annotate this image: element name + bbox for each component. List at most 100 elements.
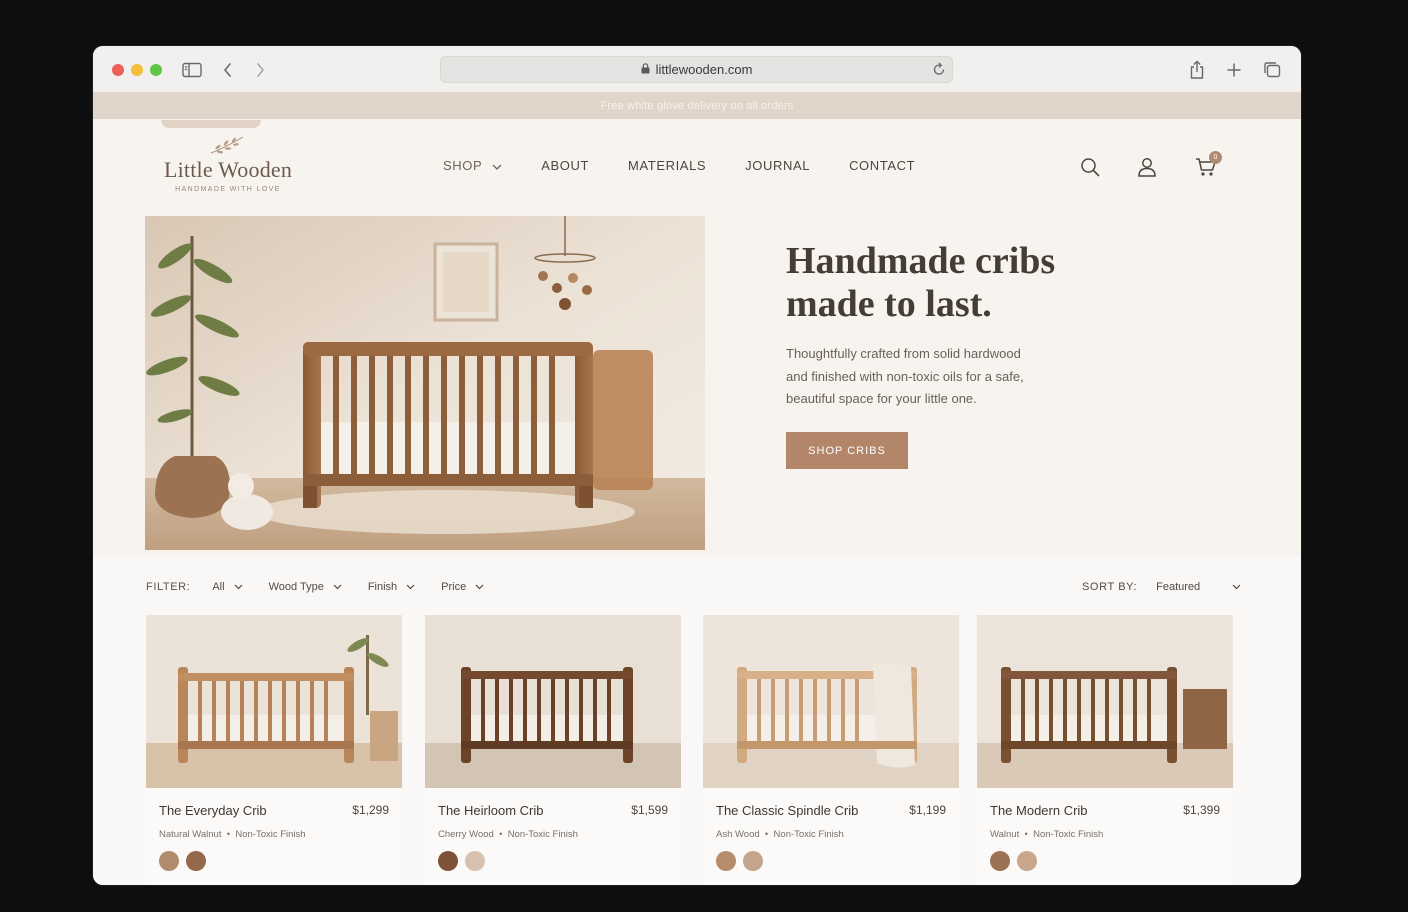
shop-cribs-button[interactable]: SHOP CRIBS — [786, 432, 908, 469]
product-name[interactable]: The Everyday Crib — [159, 803, 267, 818]
filter-option-label: Wood Type — [268, 581, 324, 593]
filter-all-dropdown[interactable]: All — [212, 581, 243, 593]
address-bar[interactable]: littlewooden.com — [440, 56, 953, 83]
filter-finish-dropdown[interactable]: Finish — [368, 581, 415, 593]
hero-title-line-1: Handmade cribs — [786, 240, 1056, 282]
nav-item-about[interactable]: ABOUT — [541, 158, 589, 173]
product-meta: Natural Walnut • Non-Toxic Finish — [159, 829, 306, 840]
reload-icon[interactable] — [932, 61, 946, 80]
filter-wood-type-dropdown[interactable]: Wood Type — [269, 581, 342, 593]
close-window-button[interactable] — [112, 64, 124, 76]
color-swatch[interactable] — [743, 851, 763, 871]
nav-item-materials[interactable]: MATERIALS — [628, 158, 706, 173]
main-nav: SHOP ABOUT MATERIALS JOURNAL CONTACT — [443, 158, 954, 173]
color-swatches — [159, 851, 206, 871]
cart-icon[interactable]: 0 — [1194, 151, 1222, 179]
search-icon[interactable] — [1078, 155, 1102, 179]
filter-option-label: Finish — [367, 581, 398, 593]
product-image — [703, 615, 959, 788]
product-finish: Non-Toxic Finish — [773, 829, 844, 840]
color-swatch[interactable] — [186, 851, 206, 871]
new-tab-icon[interactable] — [1223, 59, 1245, 81]
color-swatches — [438, 851, 485, 871]
product-card[interactable]: The Heirloom Crib $1,599 Cherry Wood • N… — [425, 615, 681, 885]
back-arrow-icon[interactable] — [217, 59, 239, 81]
url-text: littlewooden.com — [655, 62, 753, 77]
product-finish: Non-Toxic Finish — [507, 829, 578, 840]
nav-item-journal[interactable]: JOURNAL — [745, 158, 810, 173]
chevron-down-icon — [234, 581, 243, 593]
product-wood: Walnut — [990, 829, 1020, 840]
color-swatch[interactable] — [716, 851, 736, 871]
logo-title: Little Wooden — [163, 157, 293, 182]
product-price: $1,599 — [631, 803, 668, 817]
product-image — [146, 615, 402, 788]
nav-item-contact[interactable]: CONTACT — [849, 158, 915, 173]
cart-count-badge: 0 — [1209, 151, 1222, 164]
color-swatches — [990, 851, 1037, 871]
hero-title: Handmade cribs made to last. — [786, 240, 1146, 326]
product-meta: Ash Wood • Non-Toxic Finish — [716, 829, 844, 840]
chevron-down-icon — [492, 158, 502, 173]
logo-tagline: HANDMADE WITH LOVE — [175, 186, 281, 193]
product-finish: Non-Toxic Finish — [1033, 829, 1104, 840]
chevron-down-icon — [333, 581, 342, 593]
product-name[interactable]: The Modern Crib — [990, 803, 1088, 818]
sort-value: Featured — [1156, 581, 1201, 593]
account-icon[interactable] — [1135, 155, 1159, 179]
nav-item-label: MATERIALS — [628, 158, 707, 173]
color-swatches — [716, 851, 763, 871]
chevron-down-icon — [406, 581, 415, 593]
zoom-window-button[interactable] — [150, 64, 162, 76]
product-name[interactable]: The Heirloom Crib — [438, 803, 543, 818]
filter-label: FILTER: — [146, 581, 191, 593]
product-card[interactable]: The Everyday Crib $1,299 Natural Walnut … — [146, 615, 402, 885]
color-swatch[interactable] — [1017, 851, 1037, 871]
product-wood: Ash Wood — [716, 829, 760, 840]
hero-title-line-2: made to last. — [786, 283, 992, 325]
minimize-window-button[interactable] — [131, 64, 143, 76]
sort-control: SORT BY: Featured — [1082, 579, 1241, 595]
product-name[interactable]: The Classic Spindle Crib — [716, 803, 858, 818]
sidebar-toggle-icon[interactable] — [181, 59, 203, 81]
color-swatch[interactable] — [990, 851, 1010, 871]
color-swatch[interactable] — [465, 851, 485, 871]
sort-dropdown[interactable]: Featured — [1156, 581, 1241, 593]
chevron-down-icon — [1232, 581, 1241, 593]
hero-description: Thoughtfully crafted from solid hardwood… — [786, 346, 1024, 406]
product-finish: Non-Toxic Finish — [235, 829, 306, 840]
logo-tab-decoration — [161, 120, 261, 128]
tab-overview-icon[interactable] — [1261, 59, 1283, 81]
nav-item-label: CONTACT — [849, 158, 916, 173]
color-swatch[interactable] — [438, 851, 458, 871]
product-image — [425, 615, 681, 788]
filter-option-label: Price — [441, 581, 467, 593]
product-meta: Cherry Wood • Non-Toxic Finish — [438, 829, 578, 840]
hero-image — [145, 216, 705, 550]
site-logo[interactable]: Little Wooden HANDMADE WITH LOVE — [159, 120, 297, 198]
product-image — [977, 615, 1233, 788]
browser-toolbar: littlewooden.com — [93, 46, 1301, 93]
share-icon[interactable] — [1186, 59, 1208, 81]
chevron-down-icon — [475, 581, 484, 593]
product-meta: Walnut • Non-Toxic Finish — [990, 829, 1104, 840]
filter-bar: FILTER: All Wood Type Finish Price — [146, 579, 510, 595]
product-card[interactable]: The Modern Crib $1,399 Walnut • Non-Toxi… — [977, 615, 1233, 885]
sort-label: SORT BY: — [1082, 581, 1138, 593]
filter-price-dropdown[interactable]: Price — [441, 581, 484, 593]
nav-item-shop[interactable]: SHOP — [443, 158, 502, 173]
color-swatch[interactable] — [159, 851, 179, 871]
announcement-text: Free white glove delivery on all orders — [600, 100, 794, 112]
nav-item-label: SHOP — [443, 158, 483, 173]
announcement-bar: Free white glove delivery on all orders — [93, 93, 1301, 119]
product-card[interactable]: The Classic Spindle Crib $1,199 Ash Wood… — [703, 615, 959, 885]
filter-option-label: All — [212, 581, 225, 593]
lock-icon — [641, 62, 650, 77]
forward-arrow-icon[interactable] — [249, 59, 271, 81]
nav-item-label: ABOUT — [541, 158, 590, 173]
product-price: $1,199 — [909, 803, 946, 817]
product-price: $1,399 — [1183, 803, 1220, 817]
product-wood: Natural Walnut — [159, 829, 222, 840]
product-price: $1,299 — [352, 803, 389, 817]
browser-window: littlewooden.com Free white glove delive… — [93, 46, 1301, 885]
